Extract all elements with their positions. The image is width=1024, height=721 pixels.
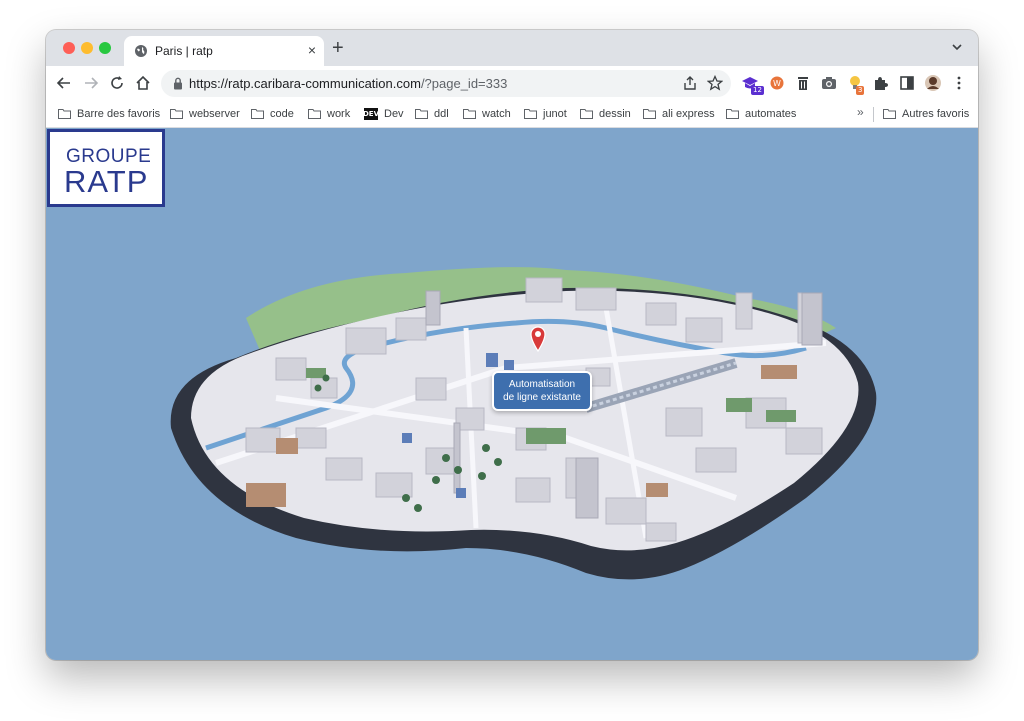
avatar-icon[interactable] bbox=[924, 74, 942, 92]
extension-badge: 12 bbox=[751, 86, 764, 95]
folder-icon bbox=[251, 109, 264, 119]
page-content: Automatisation de ligne existante GROUPE… bbox=[46, 128, 978, 660]
bookmark-label: Barre des favoris bbox=[77, 108, 161, 120]
callout-line-1: Automatisation bbox=[508, 379, 576, 390]
chevron-down-icon[interactable] bbox=[950, 40, 964, 54]
more-vert-icon[interactable] bbox=[950, 74, 968, 92]
bookmark-label: ali express bbox=[662, 108, 715, 120]
bookmark-folder[interactable]: work bbox=[308, 105, 350, 123]
folder-icon bbox=[170, 109, 183, 119]
bookmark-folder[interactable]: watch bbox=[463, 105, 511, 123]
tab-strip: Paris | ratp × + bbox=[46, 30, 978, 66]
callout-line-2: de ligne existante bbox=[503, 392, 581, 403]
bookmark-dev[interactable]: DEV Dev bbox=[363, 105, 404, 123]
bookmark-label: automates bbox=[745, 108, 797, 120]
folder-icon bbox=[415, 109, 428, 119]
bookmark-folder[interactable]: ddl bbox=[415, 105, 449, 123]
url-path: /?page_id=333 bbox=[420, 76, 508, 91]
bookmark-folder[interactable]: junot bbox=[524, 105, 567, 123]
bookmark-label: work bbox=[327, 108, 351, 120]
forward-arrow-icon[interactable] bbox=[82, 74, 100, 92]
folder-icon bbox=[308, 109, 321, 119]
tab-paris-ratp[interactable]: Paris | ratp × bbox=[124, 36, 324, 66]
globe-icon bbox=[135, 45, 147, 57]
close-window-button[interactable] bbox=[63, 42, 75, 54]
minimize-window-button[interactable] bbox=[81, 42, 93, 54]
wordpress-icon[interactable]: W bbox=[768, 74, 786, 92]
new-tab-button[interactable]: + bbox=[332, 38, 344, 58]
camera-icon[interactable] bbox=[820, 74, 838, 92]
bookmark-folder[interactable]: webserver bbox=[170, 105, 240, 123]
location-pin-icon[interactable] bbox=[528, 324, 548, 352]
address-bar[interactable]: https://ratp.caribara-communication.com/… bbox=[161, 70, 731, 97]
home-icon[interactable] bbox=[134, 74, 152, 92]
bookmark-folder[interactable]: automates bbox=[726, 105, 796, 123]
url-text: https://ratp.caribara-communication.com/… bbox=[189, 76, 507, 91]
toolbar: https://ratp.caribara-communication.com/… bbox=[46, 66, 978, 101]
bookmark-folder[interactable]: code bbox=[251, 105, 294, 123]
folder-icon bbox=[58, 109, 71, 119]
bookmark-label: watch bbox=[482, 108, 511, 120]
dev-icon: DEV bbox=[363, 108, 380, 120]
extension-badge: 3 bbox=[856, 86, 865, 95]
bookmark-folder[interactable]: Barre des favoris bbox=[58, 105, 160, 123]
location-callout[interactable]: Automatisation de ligne existante bbox=[492, 371, 592, 411]
ratp-logo[interactable]: GROUPE RATP bbox=[47, 129, 165, 207]
bookmark-label: Autres favoris bbox=[902, 108, 970, 120]
bookmarks-bar: Barre des favoris webserver code work DE… bbox=[46, 101, 978, 128]
bookmark-label: code bbox=[270, 108, 294, 120]
reload-icon[interactable] bbox=[108, 74, 126, 92]
folder-icon bbox=[463, 109, 476, 119]
bookmark-folder[interactable]: ali express bbox=[643, 105, 715, 123]
url-host: https://ratp.caribara-communication.com bbox=[189, 76, 421, 91]
bookmark-label: webserver bbox=[189, 108, 240, 120]
bookmark-folder[interactable]: dessin bbox=[580, 105, 631, 123]
share-icon[interactable] bbox=[682, 75, 698, 91]
bookmarks-overflow-button[interactable]: » bbox=[857, 105, 864, 119]
zoom-window-button[interactable] bbox=[99, 42, 111, 54]
folder-icon bbox=[726, 109, 739, 119]
puzzle-icon[interactable] bbox=[872, 74, 890, 92]
folder-icon bbox=[580, 109, 593, 119]
bookmark-other-favorites[interactable]: Autres favoris bbox=[883, 105, 969, 123]
logo-bottom-text: RATP bbox=[64, 164, 149, 199]
tab-title: Paris | ratp bbox=[155, 44, 213, 58]
folder-icon bbox=[883, 109, 896, 119]
bookmark-star-icon[interactable] bbox=[707, 75, 723, 91]
bookmarks-divider bbox=[873, 107, 874, 122]
back-arrow-icon[interactable] bbox=[55, 74, 73, 92]
folder-icon bbox=[524, 109, 537, 119]
trash-icon[interactable] bbox=[794, 74, 812, 92]
bookmark-label: Dev bbox=[384, 108, 404, 120]
sidebar-icon[interactable] bbox=[898, 74, 916, 92]
bookmark-label: junot bbox=[543, 108, 567, 120]
svg-text:W: W bbox=[773, 79, 781, 88]
bookmark-label: dessin bbox=[599, 108, 631, 120]
folder-icon bbox=[643, 109, 656, 119]
browser-window: Paris | ratp × + https://ratp.caribara-c… bbox=[46, 30, 978, 660]
tab-close-button[interactable]: × bbox=[308, 42, 316, 58]
bookmark-label: ddl bbox=[434, 108, 449, 120]
lock-icon[interactable] bbox=[173, 77, 183, 90]
